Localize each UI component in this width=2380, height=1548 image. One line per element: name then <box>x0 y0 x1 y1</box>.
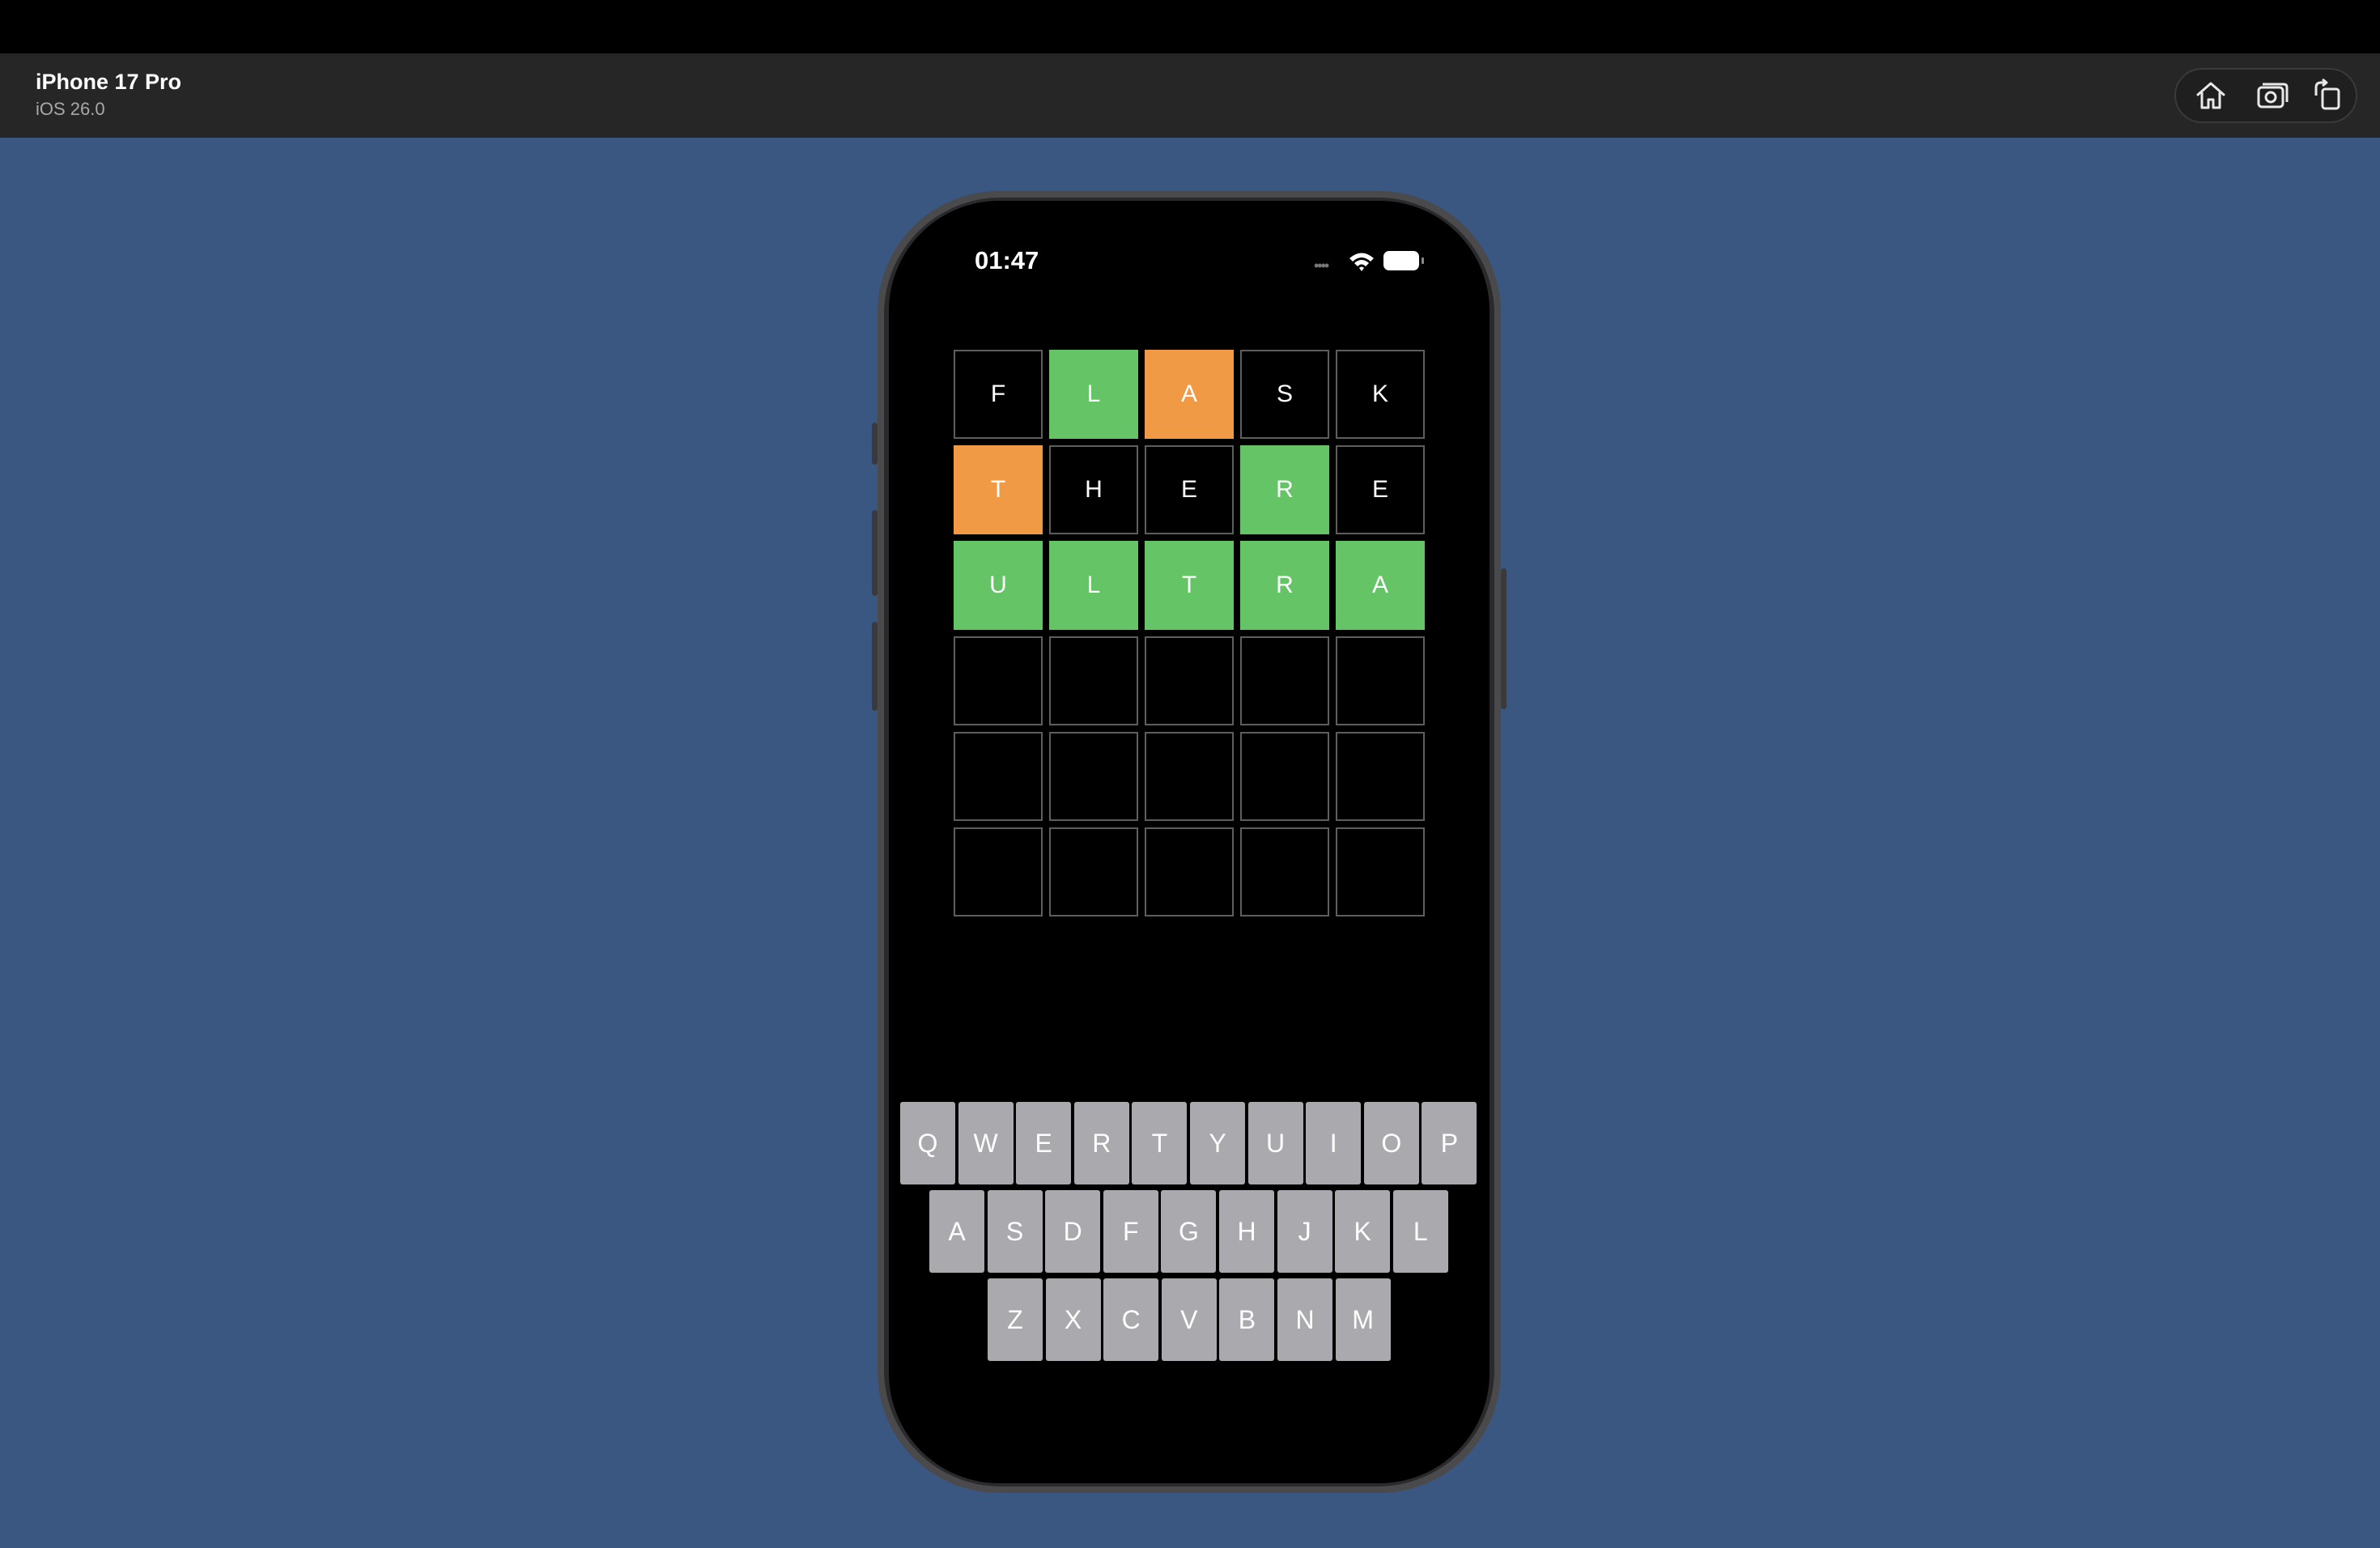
key-s[interactable]: S <box>987 1190 1043 1273</box>
grid-tile: R <box>1240 541 1329 630</box>
os-version: iOS 26.0 <box>36 99 105 119</box>
grid-tile <box>954 636 1043 725</box>
rotate-icon <box>2314 78 2340 110</box>
top-black-bar <box>0 0 2380 53</box>
grid-tile: E <box>1145 445 1234 534</box>
action-button[interactable] <box>872 423 878 465</box>
key-q[interactable]: Q <box>900 1102 955 1184</box>
grid-tile: A <box>1336 541 1425 630</box>
toolbar-button-group <box>2174 68 2357 123</box>
key-y[interactable]: Y <box>1190 1102 1245 1184</box>
grid-tile <box>1336 636 1425 725</box>
rotate-button[interactable] <box>2299 70 2356 121</box>
screenshot-button[interactable] <box>2244 70 2301 121</box>
volume-up-button[interactable] <box>872 510 878 596</box>
grid-tile: T <box>954 445 1043 534</box>
battery-tip <box>1422 257 1424 264</box>
key-z[interactable]: Z <box>988 1278 1043 1361</box>
grid-tile <box>1049 732 1138 821</box>
key-u[interactable]: U <box>1247 1102 1303 1184</box>
key-k[interactable]: K <box>1335 1190 1391 1273</box>
grid-tile <box>1336 732 1425 821</box>
key-d[interactable]: D <box>1045 1190 1101 1273</box>
status-icons: •••• <box>1314 249 1443 277</box>
grid-tile: R <box>1240 445 1329 534</box>
grid-tile: H <box>1049 445 1138 534</box>
grid-tile: E <box>1336 445 1425 534</box>
key-x[interactable]: X <box>1045 1278 1101 1361</box>
simulator-toolbar: iPhone 17 Pro iOS 26.0 <box>0 53 2380 138</box>
grid-tile <box>1049 827 1138 916</box>
key-f[interactable]: F <box>1103 1190 1158 1273</box>
grid-tile: L <box>1049 350 1138 439</box>
grid-tile <box>1240 732 1329 821</box>
key-v[interactable]: V <box>1161 1278 1217 1361</box>
grid-tile: T <box>1145 541 1234 630</box>
grid-tile: K <box>1336 350 1425 439</box>
grid-tile <box>954 827 1043 916</box>
key-t[interactable]: T <box>1132 1102 1188 1184</box>
grid-tile <box>1336 827 1425 916</box>
grid-tile <box>954 732 1043 821</box>
grid-tile <box>1145 636 1234 725</box>
grid-tile <box>1145 827 1234 916</box>
key-l[interactable]: L <box>1392 1190 1448 1273</box>
volume-down-button[interactable] <box>872 622 878 711</box>
grid-tile: A <box>1145 350 1234 439</box>
key-w[interactable]: W <box>958 1102 1014 1184</box>
grid-tile: S <box>1240 350 1329 439</box>
key-n[interactable]: N <box>1277 1278 1332 1361</box>
grid-tile <box>1049 636 1138 725</box>
grid-tile: L <box>1049 541 1138 630</box>
grid-tile <box>1240 636 1329 725</box>
wifi-icon <box>1349 253 1374 271</box>
home-icon <box>2196 82 2225 109</box>
key-o[interactable]: O <box>1363 1102 1419 1184</box>
screenshot-icon <box>2257 83 2289 108</box>
battery-icon <box>1383 251 1419 270</box>
key-r[interactable]: R <box>1073 1102 1129 1184</box>
cellular-signal-icon: •••• <box>1314 257 1329 274</box>
key-c[interactable]: C <box>1103 1278 1159 1361</box>
key-b[interactable]: B <box>1219 1278 1275 1361</box>
grid-tile <box>1240 827 1329 916</box>
key-e[interactable]: E <box>1016 1102 1072 1184</box>
grid-tile: U <box>954 541 1043 630</box>
key-a[interactable]: A <box>929 1190 984 1273</box>
power-button[interactable] <box>1501 568 1507 709</box>
key-j[interactable]: J <box>1277 1190 1332 1273</box>
grid-tile: F <box>954 350 1043 439</box>
key-i[interactable]: I <box>1306 1102 1362 1184</box>
home-button[interactable] <box>2182 70 2239 121</box>
key-g[interactable]: G <box>1161 1190 1217 1273</box>
status-time: 01:47 <box>975 246 1039 274</box>
grid-tile <box>1145 732 1234 821</box>
phone-screen: 01:47 •••• FLASKTHEREULTRA QWERTYUIOPASD… <box>889 201 1490 1483</box>
key-m[interactable]: M <box>1335 1278 1391 1361</box>
key-h[interactable]: H <box>1219 1190 1274 1273</box>
device-name: iPhone 17 Pro <box>36 70 182 94</box>
key-p[interactable]: P <box>1422 1102 1477 1184</box>
